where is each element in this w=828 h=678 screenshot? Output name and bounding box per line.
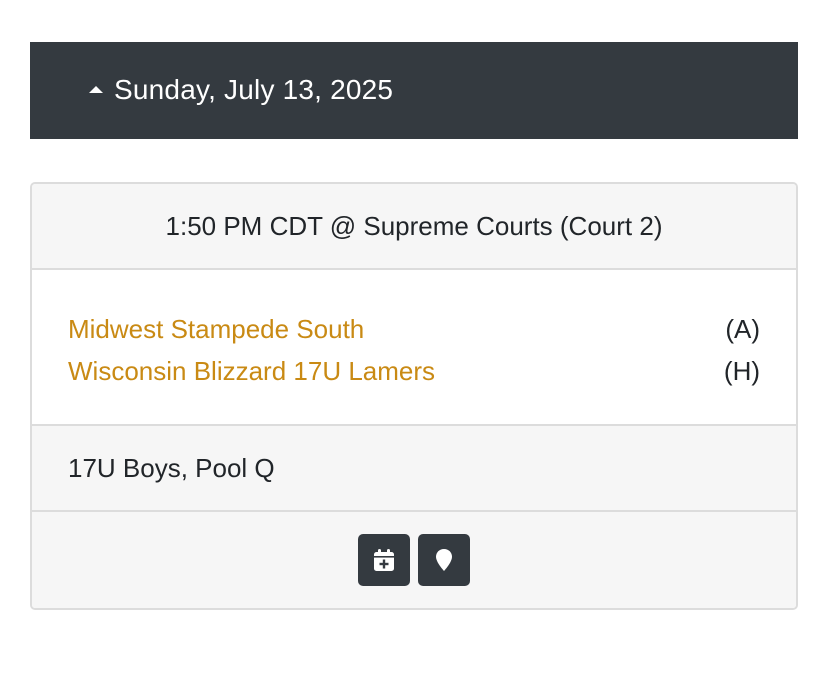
date-label: Sunday, July 13, 2025 [114,74,394,105]
map-marker-icon [436,549,452,571]
team-row-home: Wisconsin Blizzard 17U Lamers (H) [68,350,760,392]
division-label: 17U Boys, Pool Q [32,426,796,512]
caret-up-icon [89,86,103,93]
game-actions [32,512,796,608]
calendar-plus-icon [374,549,394,571]
team-link-home[interactable]: Wisconsin Blizzard 17U Lamers [68,356,435,387]
add-to-calendar-button[interactable] [358,534,410,586]
game-card: 1:50 PM CDT @ Supreme Courts (Court 2) M… [30,182,798,610]
team-role-away: (A) [725,313,760,344]
team-row-away: Midwest Stampede South (A) [68,308,760,350]
team-role-home: (H) [723,355,760,386]
directions-button[interactable] [418,534,470,586]
team-link-away[interactable]: Midwest Stampede South [68,314,364,345]
game-time-location: 1:50 PM CDT @ Supreme Courts (Court 2) [32,184,796,270]
teams-list: Midwest Stampede South (A) Wisconsin Bli… [32,270,796,426]
date-section-header[interactable]: Sunday, July 13, 2025 [30,42,798,139]
